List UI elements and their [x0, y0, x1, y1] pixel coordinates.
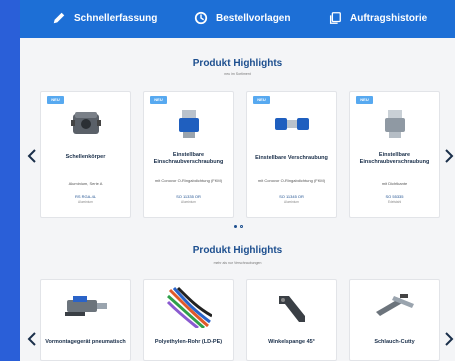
adjustable-fitting-image: [179, 110, 199, 138]
carousel-next-button[interactable]: [443, 331, 455, 347]
carousel-dot-active[interactable]: [234, 225, 237, 228]
product-name: Vormontagegerät pneumatisch: [45, 339, 126, 345]
chevron-right-icon: [445, 332, 454, 346]
product-card[interactable]: Winkelspange 45°: [246, 279, 337, 361]
nav-order-history-label: Auftragshistorie: [350, 12, 428, 24]
section-title: Produkt Highlights: [192, 58, 283, 69]
new-badge: NEU: [47, 96, 64, 104]
product-material: Aluminium: [181, 200, 196, 204]
nav-quick-entry-label: Schnellerfassung: [74, 12, 158, 24]
pe-tubes-image: [166, 286, 212, 328]
product-article-number: RS RGA-4L: [74, 194, 97, 199]
new-badge: NEU: [356, 96, 373, 104]
nav-order-templates[interactable]: Bestellvorlagen: [194, 11, 290, 25]
product-name: Einstellbare Einschraubverschraubung: [359, 152, 430, 165]
main-content: Produkt Highlights neu im Sortiment NEU …: [20, 38, 455, 361]
product-card[interactable]: Vormontagegerät pneumatisch: [40, 279, 131, 361]
product-description: mit Conovor O-Ringabdichtung (FKM): [257, 178, 326, 183]
preassembly-device-image: [65, 296, 107, 316]
product-card[interactable]: NEU Einstellbare Verschraubung mit Conov…: [246, 91, 337, 218]
product-article-number: SO 11335 OR: [176, 194, 201, 199]
product-name: Winkelspange 45°: [268, 339, 315, 345]
top-navigation-bar: Schnellerfassung Bestellvorlagen Auftrag…: [20, 0, 455, 38]
new-badge: NEU: [253, 96, 270, 104]
nav-order-history[interactable]: Auftragshistorie: [328, 11, 427, 25]
section-subtitle: mehr als nur Verschraubungen: [213, 261, 262, 265]
carousel-next-button[interactable]: [443, 148, 455, 164]
chevron-left-icon: [27, 332, 36, 346]
carousel-pagination: [234, 225, 243, 228]
product-material: Aluminium: [284, 200, 299, 204]
hose-cutter-image: [376, 294, 414, 316]
product-description: Aluminium, Serie A: [68, 181, 103, 186]
product-name: Polyethylen-Rohr (LD-PE): [154, 339, 223, 345]
adjustable-union-image: [275, 118, 309, 130]
carousel-prev-button[interactable]: [26, 331, 38, 347]
clock-icon: [194, 11, 208, 25]
product-name: Schlauch-Cutty: [374, 339, 415, 345]
carousel-dot[interactable]: [240, 225, 243, 228]
product-card[interactable]: NEU Einstellbare Einschraubverschraubung…: [349, 91, 440, 218]
product-description: mit Dichtkante: [381, 181, 408, 186]
product-name: Einstellbare Einschraubverschraubung: [153, 152, 224, 165]
product-article-number: SO 55335: [385, 194, 404, 199]
copy-icon: [329, 12, 341, 24]
product-article-number: SO 11345 OR: [279, 194, 304, 199]
nav-order-templates-label: Bestellvorlagen: [216, 12, 291, 24]
product-card[interactable]: NEU Einstellbare Einschraubverschraubung…: [143, 91, 234, 218]
section-subtitle: neu im Sortiment: [224, 72, 251, 76]
product-card[interactable]: Polyethylen-Rohr (LD-PE): [143, 279, 234, 361]
new-badge: NEU: [150, 96, 167, 104]
left-sidebar-strip: [0, 0, 20, 361]
carousel-prev-button[interactable]: [26, 148, 38, 164]
section-title: Produkt Highlights: [192, 245, 283, 256]
chevron-left-icon: [27, 149, 36, 163]
pencil-icon: [53, 12, 65, 24]
nav-quick-entry[interactable]: Schnellerfassung: [52, 11, 157, 25]
angle-clamp-image: [279, 296, 305, 322]
product-material: Aluminium: [78, 200, 93, 204]
steel-fitting-image: [385, 110, 405, 138]
product-name: Einstellbare Verschraubung: [255, 155, 328, 161]
chevron-right-icon: [445, 149, 454, 163]
product-card[interactable]: Schlauch-Cutty: [349, 279, 440, 361]
product-card[interactable]: NEU Schellenkörper Aluminium, Serie A RS…: [40, 91, 131, 218]
product-material: Edelstahl: [387, 200, 402, 204]
product-description: mit Conovor O-Ringabdichtung (FKM): [154, 178, 223, 183]
clamp-body-image: [71, 112, 101, 134]
product-name: Schellenkörper: [65, 154, 106, 160]
